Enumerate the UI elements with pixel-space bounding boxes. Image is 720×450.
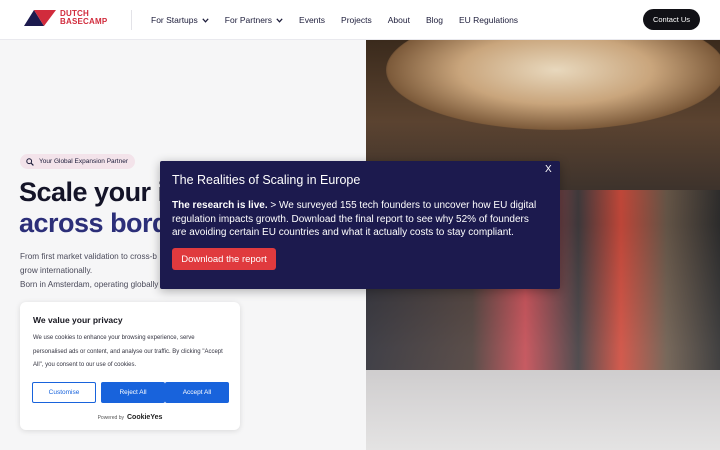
- chevron-down-icon: [276, 17, 283, 23]
- cookie-title: We value your privacy: [33, 315, 123, 325]
- hero-desc-line: From first market validation to cross-b: [20, 252, 157, 261]
- hero-desc-line: Born in Amsterdam, operating globally: [20, 280, 159, 289]
- nav-label: For Startups: [151, 15, 198, 25]
- cookieyes-logo[interactable]: CookieYes: [127, 414, 162, 421]
- modal-lead: The research is live.: [172, 200, 268, 211]
- powered-by: Powered by CookieYes: [20, 414, 240, 421]
- nav-blog[interactable]: Blog: [426, 15, 443, 25]
- nav-eu-regulations[interactable]: EU Regulations: [459, 15, 518, 25]
- accept-all-button[interactable]: Accept All: [165, 382, 229, 403]
- hero-headline-line1: Scale your in: [19, 177, 181, 207]
- hero-description: From first market validation to cross-b …: [20, 250, 180, 292]
- close-button[interactable]: X: [545, 164, 552, 175]
- hero-desc-line: grow internationally.: [20, 266, 93, 275]
- hero-headline-line2: across borde: [19, 208, 183, 238]
- main-nav: For Startups For Partners Events Project…: [151, 0, 534, 40]
- reject-all-button[interactable]: Reject All: [101, 382, 165, 403]
- contact-us-button[interactable]: Contact Us: [643, 9, 700, 30]
- brand-line2: BASECAMP: [60, 17, 108, 26]
- powered-by-label: Powered by: [97, 415, 124, 421]
- nav-label: For Partners: [224, 15, 273, 25]
- search-icon: [26, 157, 34, 166]
- nav-projects[interactable]: Projects: [341, 15, 372, 25]
- nav-about[interactable]: About: [388, 15, 410, 25]
- cookie-text: We use cookies to enhance your browsing …: [33, 335, 223, 368]
- cookie-consent-banner: We value your privacy We use cookies to …: [20, 302, 240, 430]
- customise-button[interactable]: Customise: [32, 382, 96, 403]
- modal-body: The research is live. > We surveyed 155 …: [172, 199, 544, 240]
- logo-mark-icon: [24, 10, 56, 26]
- site-header: DUTCH BASECAMP For Startups For Partners…: [0, 0, 720, 40]
- nav-for-startups[interactable]: For Startups: [151, 15, 209, 25]
- badge-label: Your Global Expansion Partner: [39, 158, 129, 165]
- report-announcement-modal: The Realities of Scaling in Europe X The…: [160, 161, 560, 289]
- hero-badge: Your Global Expansion Partner: [20, 154, 136, 169]
- modal-title: The Realities of Scaling in Europe: [172, 173, 361, 187]
- header-divider: [131, 10, 132, 30]
- nav-events[interactable]: Events: [299, 15, 325, 25]
- brand-logo[interactable]: DUTCH BASECAMP: [24, 10, 107, 26]
- chevron-down-icon: [202, 17, 209, 23]
- nav-for-partners[interactable]: For Partners: [225, 15, 283, 25]
- download-report-button[interactable]: Download the report: [172, 248, 276, 270]
